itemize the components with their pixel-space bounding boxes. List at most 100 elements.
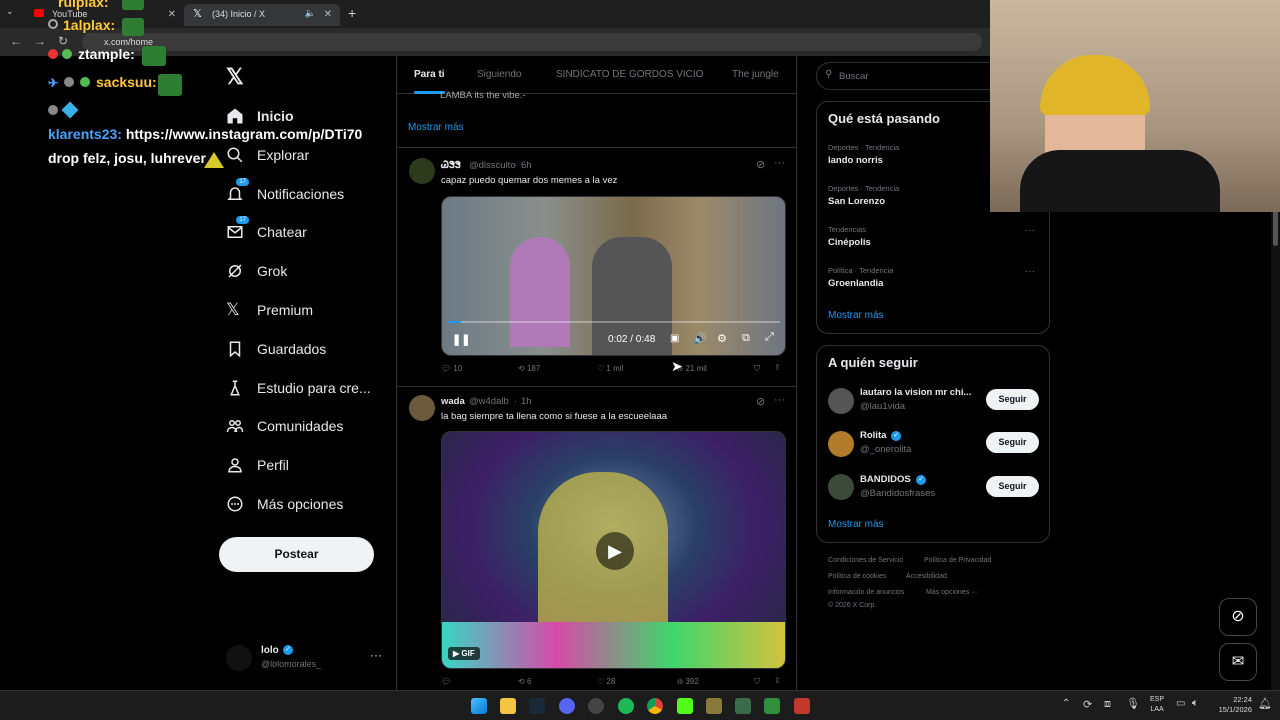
- footer-link[interactable]: Información de anuncios: [828, 589, 904, 596]
- repost-button[interactable]: ⟲ 6: [518, 677, 531, 686]
- nav-item-mas-opciones[interactable]: Más opciones: [226, 492, 343, 516]
- show-more-link[interactable]: Mostrar más: [408, 122, 464, 133]
- tweet-author-name[interactable]: wada: [441, 396, 465, 407]
- like-button[interactable]: ♡ 1 mil: [597, 364, 623, 373]
- file-explorer-icon[interactable]: [500, 698, 516, 714]
- tweet-video[interactable]: ❚❚ 0:02 / 0:48 ▣ 🔊 ⚙ ⧉ ⤢: [441, 196, 786, 356]
- nav-item-estudio[interactable]: Estudio para cre...: [226, 376, 371, 400]
- tweet[interactable]: wada @w4dalb · 1h ⊘ ··· la bag siempre t…: [397, 387, 796, 690]
- follow-show-more[interactable]: Mostrar más: [828, 519, 884, 530]
- follow-button[interactable]: Seguir: [986, 476, 1039, 497]
- tab-siguiendo[interactable]: Siguiendo: [477, 69, 521, 80]
- nav-item-grok[interactable]: Grok: [226, 259, 287, 283]
- tab-para-ti[interactable]: Para ti: [414, 69, 445, 94]
- play-button[interactable]: ▶: [596, 532, 634, 570]
- follow-name[interactable]: lautaro la vision mr chi...: [860, 387, 971, 398]
- tab-sindicato[interactable]: SINDICATO DE GORDOS VICIO: [556, 69, 703, 80]
- more-icon[interactable]: ···: [370, 648, 382, 662]
- repost-button[interactable]: ⟲ 187: [518, 364, 540, 373]
- footer-link[interactable]: Accesibilidad: [906, 573, 947, 580]
- trend-name[interactable]: Groenlandia: [828, 278, 883, 289]
- tweet-time[interactable]: 1h: [521, 396, 532, 407]
- nav-item-inicio[interactable]: Inicio: [226, 104, 294, 128]
- tray-icon[interactable]: ⟳: [1083, 698, 1092, 711]
- more-icon[interactable]: ···: [774, 394, 785, 406]
- discord-icon[interactable]: [559, 698, 575, 714]
- footer-link[interactable]: Política de Privacidad: [924, 557, 991, 564]
- back-icon[interactable]: ←: [10, 34, 22, 48]
- new-tab-button[interactable]: +: [348, 5, 356, 21]
- more-icon[interactable]: ···: [1025, 225, 1035, 236]
- steam-icon[interactable]: [529, 698, 545, 714]
- follow-name[interactable]: Rolita: [860, 430, 886, 441]
- trends-show-more[interactable]: Mostrar más: [828, 310, 884, 321]
- tray-icon[interactable]: ⧈: [1104, 698, 1111, 711]
- footer-link[interactable]: Condiciones de Servicio: [828, 557, 903, 564]
- nav-item-guardados[interactable]: Guardados: [226, 337, 326, 361]
- grok-icon[interactable]: ⊘: [756, 395, 765, 408]
- app-icon[interactable]: [764, 698, 780, 714]
- follow-button[interactable]: Seguir: [986, 389, 1039, 410]
- tweet-gif[interactable]: ▶ ▶ GIF: [441, 431, 786, 669]
- tab-the-jungle[interactable]: The jungle: [732, 69, 779, 80]
- avatar[interactable]: [409, 395, 435, 421]
- windows-start-icon[interactable]: [471, 698, 487, 714]
- bookmark-icon[interactable]: ⛉: [754, 364, 760, 374]
- like-button[interactable]: ♡ 28: [597, 677, 615, 686]
- microphone-icon[interactable]: 🎙︎: [1126, 697, 1140, 710]
- app-icon[interactable]: [794, 698, 810, 714]
- tweet-author-handle[interactable]: @dlssculto: [469, 160, 516, 171]
- nav-item-chatear[interactable]: 17 Chatear: [226, 216, 307, 244]
- video-progress-bar[interactable]: [448, 321, 780, 323]
- nav-item-notificaciones[interactable]: 17 Notificaciones: [226, 178, 344, 206]
- volume-icon[interactable]: 🔊: [693, 332, 707, 345]
- reply-button[interactable]: 💬︎: [441, 677, 451, 686]
- spotify-icon[interactable]: [618, 698, 634, 714]
- x-logo-icon[interactable]: 𝕏: [226, 64, 244, 90]
- tab-x-home[interactable]: 𝕏 (34) Inicio / X 🔈 ✕: [184, 4, 340, 26]
- home-timeline[interactable]: Para ti Siguiendo SINDICATO DE GORDOS VI…: [396, 56, 797, 690]
- avatar[interactable]: [828, 388, 854, 414]
- nav-item-explorar[interactable]: Explorar: [226, 143, 309, 167]
- close-icon[interactable]: ✕: [168, 9, 176, 20]
- chrome-icon[interactable]: [647, 698, 663, 714]
- more-icon[interactable]: ···: [774, 157, 785, 169]
- follow-button[interactable]: Seguir: [986, 432, 1039, 453]
- kick-icon[interactable]: [677, 698, 693, 714]
- tweet-author-name[interactable]: ᏊᏕᏕ: [441, 160, 461, 171]
- views-button[interactable]: ılı 392: [677, 677, 699, 686]
- nav-item-premium[interactable]: 𝕏 Premium: [226, 298, 313, 322]
- nav-item-perfil[interactable]: Perfil: [226, 453, 289, 477]
- trend-name[interactable]: San Lorenzo: [828, 196, 885, 207]
- obs-icon[interactable]: [588, 698, 604, 714]
- more-icon[interactable]: ···: [1025, 266, 1035, 277]
- grok-floating-button[interactable]: ⊘: [1219, 598, 1257, 636]
- avatar[interactable]: [828, 431, 854, 457]
- trend-name[interactable]: Cinépolis: [828, 237, 871, 248]
- forward-icon[interactable]: →: [34, 34, 46, 48]
- share-icon[interactable]: ⇪: [774, 676, 781, 685]
- volume-icon[interactable]: 🔈︎: [1192, 697, 1199, 710]
- pip-icon[interactable]: ⧉: [742, 332, 750, 345]
- avatar[interactable]: [828, 474, 854, 500]
- app-icon[interactable]: [706, 698, 722, 714]
- tweet-author-handle[interactable]: @w4dalb: [469, 396, 509, 407]
- nav-item-comunidades[interactable]: Comunidades: [226, 414, 343, 438]
- url-input[interactable]: x.com/home: [82, 33, 982, 51]
- post-button[interactable]: Postear: [219, 537, 374, 572]
- messages-floating-button[interactable]: ✉: [1219, 643, 1257, 681]
- follow-name[interactable]: BANDIDOS: [860, 474, 911, 485]
- share-icon[interactable]: ⇪: [774, 363, 781, 372]
- grok-icon[interactable]: ⊘: [756, 158, 765, 171]
- account-switcher[interactable]: lolo ✓ @lolomorales_ ···: [226, 644, 386, 672]
- notification-icon[interactable]: 🔔︎: [1258, 697, 1272, 710]
- tweet[interactable]: ᏊᏕᏕ @dlssculto · 6h ⊘ ··· capaz puedo qu…: [397, 148, 796, 386]
- speaker-icon[interactable]: 🔈: [305, 8, 316, 19]
- captions-icon[interactable]: ▣: [670, 333, 679, 344]
- close-icon[interactable]: ✕: [324, 9, 332, 20]
- bookmark-icon[interactable]: ⛉: [754, 677, 760, 687]
- clock[interactable]: 22:24 15/1/2026: [1212, 695, 1252, 715]
- footer-link[interactable]: Más opciones ···: [926, 589, 978, 596]
- network-icon[interactable]: ▭: [1176, 698, 1185, 709]
- tab-list-button[interactable]: ⌄: [6, 6, 14, 17]
